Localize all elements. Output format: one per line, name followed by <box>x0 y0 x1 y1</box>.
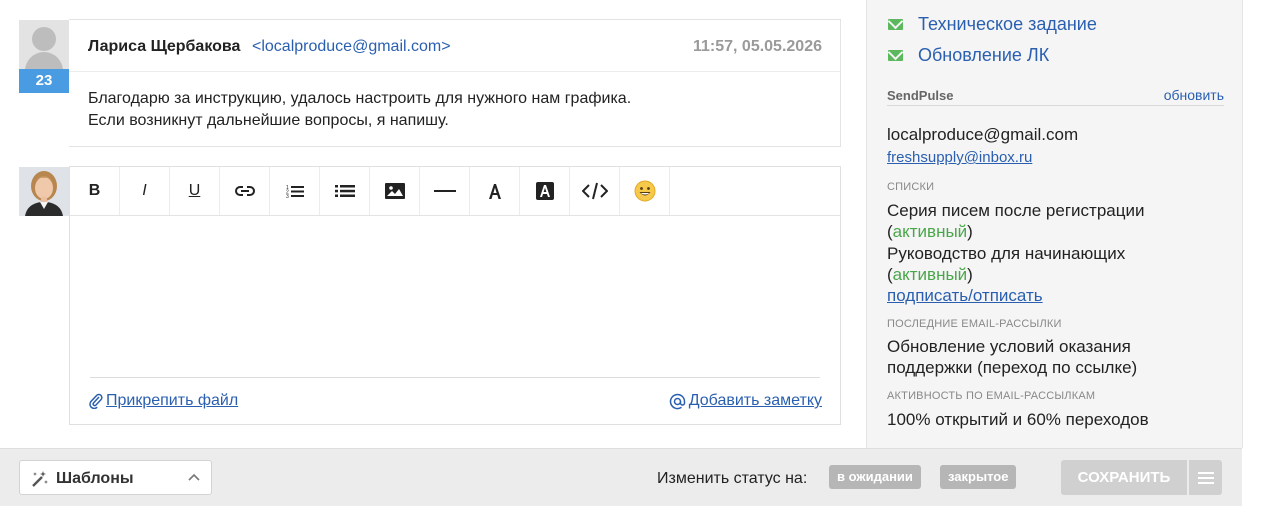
status-pending-button[interactable]: в ожидании <box>829 465 921 489</box>
magic-wand-icon <box>32 471 48 487</box>
image-button[interactable] <box>370 167 420 215</box>
message-author: Лариса Щербакова <box>88 38 241 55</box>
reply-editor: B I U 123 Прикрепить файл Добавить замет… <box>69 166 841 425</box>
svg-text:3: 3 <box>286 194 289 198</box>
task-label: Обновление ЛК <box>918 45 1050 65</box>
message-body: Благодарю за инструкцию, удалось настрои… <box>88 88 631 132</box>
status-closed-button[interactable]: закрытое <box>940 465 1017 489</box>
mailing-list-item: Руководство для начинающих (активный) <box>887 243 1227 285</box>
emoji-button[interactable] <box>620 167 670 215</box>
envelope-icon <box>888 50 903 61</box>
bold-button[interactable]: B <box>70 167 120 215</box>
alt-email-link[interactable]: freshsupply@inbox.ru <box>887 149 1032 166</box>
reply-text-area[interactable] <box>70 216 840 377</box>
italic-icon: I <box>142 182 147 199</box>
attach-file-label: Прикрепить файл <box>106 392 239 409</box>
text-color-icon <box>488 184 501 199</box>
more-options-button[interactable] <box>1189 460 1222 495</box>
customer-avatar <box>19 20 69 69</box>
recent-campaign: Обновление условий оказания поддержки (п… <box>887 336 1227 378</box>
link-icon <box>234 186 255 196</box>
change-status-label: Изменить статус на: <box>657 470 808 487</box>
chevron-up-icon <box>188 473 200 481</box>
campaign-activity-label: АКТИВНОСТЬ ПО EMAIL-РАССЫЛКАМ <box>887 390 1096 402</box>
mailing-list-name: Руководство для начинающих <box>887 244 1126 263</box>
sendpulse-header: SendPulse обновить <box>887 86 1224 106</box>
lists-label: СПИСКИ <box>887 181 935 193</box>
agent-avatar <box>19 167 69 216</box>
bullet-list-button[interactable] <box>320 167 370 215</box>
recent-campaign-line: поддержки (переход по ссылке) <box>887 358 1138 377</box>
action-bar: Шаблоны Изменить статус на: в ожидании з… <box>0 448 1242 506</box>
attach-file-link[interactable]: Прикрепить файл <box>89 392 238 410</box>
message-author-email[interactable]: <localproduce@gmail.com> <box>252 38 451 56</box>
background-color-button[interactable] <box>520 167 570 215</box>
mailing-list-status: (активный) <box>887 265 973 284</box>
task-link[interactable]: Обновление ЛК <box>888 45 1049 66</box>
message-header: Лариса Щербакова <localproduce@gmail.com… <box>69 20 840 72</box>
text-color-button[interactable] <box>470 167 520 215</box>
mailing-list-status: (активный) <box>887 222 973 241</box>
sidebar-edge <box>1242 0 1243 448</box>
customer-message: Лариса Щербакова <localproduce@gmail.com… <box>69 19 841 147</box>
underline-button[interactable]: U <box>170 167 220 215</box>
horizontal-rule-icon <box>433 190 456 192</box>
ticket-count-badge[interactable]: 23 <box>19 69 69 93</box>
background-color-icon <box>535 182 554 200</box>
mailing-list-name: Серия писем после регистрации <box>887 201 1145 220</box>
templates-label: Шаблоны <box>56 470 134 487</box>
ticket-page: 23 Лариса Щербакова <localproduce@gmail.… <box>0 0 1267 530</box>
underline-icon: U <box>188 182 201 199</box>
menu-icon <box>1197 471 1214 484</box>
subscriber-email: localproduce@gmail.com <box>887 125 1079 144</box>
image-icon <box>384 183 405 199</box>
at-sign-icon <box>669 393 685 409</box>
mailing-list-item: Серия писем после регистрации (активный) <box>887 200 1227 242</box>
editor-toolbar: B I U 123 <box>70 167 840 216</box>
paperclip-icon <box>89 393 103 409</box>
templates-dropdown[interactable]: Шаблоны <box>19 460 212 495</box>
task-link[interactable]: Техническое задание <box>888 14 1097 35</box>
envelope-icon <box>888 19 903 30</box>
add-note-label: Добавить заметку <box>688 392 822 409</box>
sendpulse-title: SendPulse <box>887 88 954 103</box>
subscribe-unsubscribe-link[interactable]: подписать/отписать <box>887 286 1043 306</box>
horizontal-rule-button[interactable] <box>420 167 470 215</box>
page-bottom-margin <box>0 506 1267 530</box>
message-timestamp: 11:57, 05.05.2026 <box>692 38 822 55</box>
emoji-icon <box>634 180 655 202</box>
italic-button[interactable]: I <box>120 167 170 215</box>
recent-campaigns-label: ПОСЛЕДНИЕ EMAIL-РАССЫЛКИ <box>887 318 1062 330</box>
link-button[interactable] <box>220 167 270 215</box>
code-icon <box>581 182 608 200</box>
ordered-list-button[interactable]: 123 <box>270 167 320 215</box>
task-label: Техническое задание <box>918 14 1097 34</box>
bold-icon: B <box>88 182 101 199</box>
customer-sidebar: Техническое задание Обновление ЛК SendPu… <box>866 0 1242 448</box>
conversation-area: 23 Лариса Щербакова <localproduce@gmail.… <box>0 0 866 448</box>
add-note-link[interactable]: Добавить заметку <box>669 392 822 410</box>
save-button[interactable]: СОХРАНИТЬ <box>1061 460 1187 495</box>
recent-campaign-line: Обновление условий оказания <box>887 337 1131 356</box>
campaign-activity-value: 100% открытий и 60% переходов <box>887 410 1149 429</box>
message-line: Благодарю за инструкцию, удалось настрои… <box>88 90 632 107</box>
sendpulse-refresh-link[interactable]: обновить <box>1164 87 1224 103</box>
bullet-list-icon <box>334 185 355 197</box>
message-line: Если возникнут дальнейшие вопросы, я нап… <box>88 112 449 129</box>
ordered-list-icon: 123 <box>286 185 304 198</box>
editor-divider <box>90 377 820 378</box>
code-button[interactable] <box>570 167 620 215</box>
